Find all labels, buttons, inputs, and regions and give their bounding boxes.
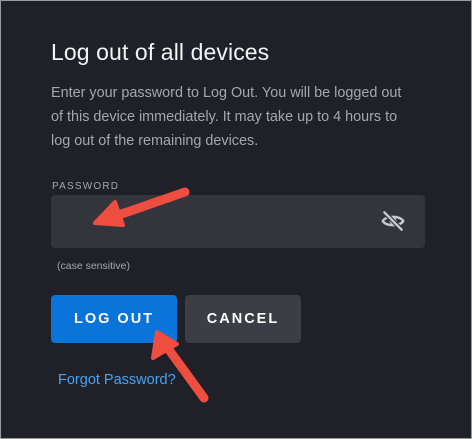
- description-line: of this device immediately. It may take …: [51, 109, 398, 125]
- password-hint: (case sensitive): [57, 260, 130, 272]
- eye-slash-icon[interactable]: [380, 208, 406, 234]
- logout-button[interactable]: LOG OUT: [51, 295, 177, 343]
- dialog-title: Log out of all devices: [51, 39, 270, 65]
- description-line: log out of the remaining devices.: [51, 133, 259, 149]
- logout-dialog: Log out of all devices Enter your passwo…: [0, 0, 472, 439]
- dialog-description: Enter your password to Log Out. You will…: [51, 81, 431, 153]
- password-input[interactable]: [51, 195, 425, 248]
- description-line: Enter your password to Log Out. You will…: [51, 85, 402, 101]
- forgot-password-link[interactable]: Forgot Password?: [58, 372, 176, 388]
- cancel-button[interactable]: CANCEL: [185, 295, 301, 343]
- password-label: PASSWORD: [52, 181, 120, 192]
